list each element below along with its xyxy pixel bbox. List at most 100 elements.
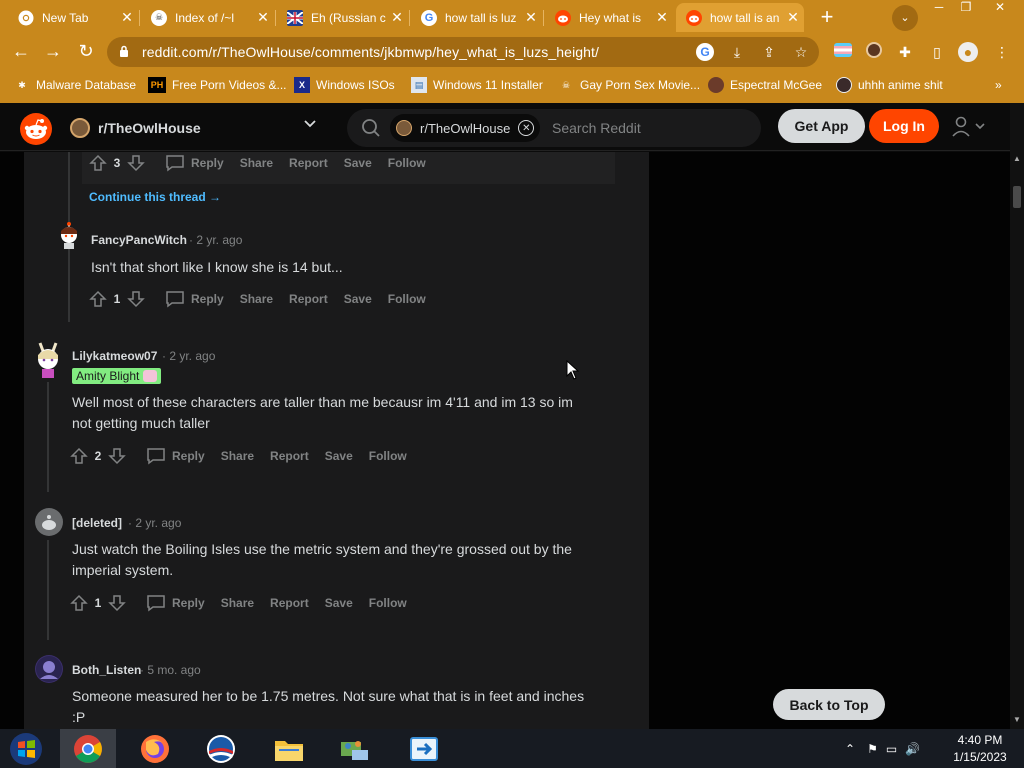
comment-age[interactable]: · 2 yr. ago bbox=[128, 516, 181, 530]
bookmark-malware-database[interactable]: ✱ Malware Database bbox=[14, 76, 136, 94]
scroll-down-arrow-icon[interactable]: ▼ bbox=[1010, 713, 1024, 727]
reply-button[interactable]: Reply bbox=[146, 447, 205, 465]
upvote-icon[interactable] bbox=[68, 592, 90, 614]
scrollbar-thumb[interactable] bbox=[1013, 186, 1021, 208]
bookmark-movies[interactable]: ☠ Gay Porn Sex Movie... bbox=[558, 76, 700, 94]
save-button[interactable]: Save bbox=[325, 596, 353, 610]
side-panel-icon[interactable]: ▯ bbox=[927, 42, 947, 62]
kebab-menu-icon[interactable]: ⋮ bbox=[992, 42, 1012, 62]
puzzle-piece-icon[interactable]: ✚ bbox=[895, 42, 915, 62]
community-switcher[interactable]: r/TheOwlHouse bbox=[70, 115, 201, 141]
comment-author[interactable]: Lilykatmeow07 bbox=[72, 349, 157, 363]
scroll-up-arrow-icon[interactable]: ▲ bbox=[1010, 152, 1024, 166]
continue-thread-link[interactable]: Continue this thread → bbox=[89, 190, 221, 204]
taskbar-remote-app[interactable] bbox=[396, 729, 452, 768]
downvote-icon[interactable] bbox=[125, 288, 147, 310]
downvote-icon[interactable] bbox=[106, 592, 128, 614]
close-tab-icon[interactable]: ✕ bbox=[116, 9, 138, 26]
taskbar-network-app[interactable] bbox=[326, 729, 382, 768]
save-button[interactable]: Save bbox=[344, 156, 372, 170]
user-menu-button[interactable] bbox=[951, 115, 991, 139]
minimize-button[interactable]: ─ bbox=[928, 0, 950, 18]
restore-button[interactable]: ❐ bbox=[955, 0, 977, 18]
close-tab-icon[interactable]: ✕ bbox=[386, 9, 408, 26]
user-avatar[interactable] bbox=[34, 341, 62, 379]
reddit-logo[interactable] bbox=[20, 113, 52, 145]
reply-button[interactable]: Reply bbox=[165, 154, 224, 172]
action-center-flag-icon[interactable]: ⚑ bbox=[867, 742, 878, 756]
taskbar-file-explorer[interactable] bbox=[261, 729, 317, 768]
user-avatar[interactable] bbox=[56, 220, 82, 250]
bookmark-anime[interactable]: uhhh anime shit bbox=[836, 76, 943, 94]
trans-flag-extension-icon[interactable] bbox=[833, 42, 853, 62]
back-to-top-button[interactable]: Back to Top bbox=[773, 689, 885, 720]
show-hidden-icons-icon[interactable]: ⌃ bbox=[845, 742, 855, 756]
search-input[interactable] bbox=[552, 117, 752, 139]
bookmark-espectral-mcgee[interactable]: Espectral McGee bbox=[708, 76, 822, 94]
downvote-icon[interactable] bbox=[125, 152, 147, 174]
volume-icon[interactable]: 🔊 bbox=[905, 742, 920, 756]
comment-age[interactable]: · 2 yr. ago bbox=[189, 233, 242, 247]
tab-search-button[interactable]: ⌄ bbox=[892, 5, 918, 31]
taskbar-firefox[interactable] bbox=[127, 729, 183, 768]
tab-active-how-tall[interactable]: how tall is an ✕ bbox=[676, 3, 804, 32]
bookmark-windows-isos[interactable]: X Windows ISOs bbox=[294, 76, 395, 94]
taskbar-chrome[interactable] bbox=[60, 729, 116, 768]
comment-age[interactable]: · 2 yr. ago bbox=[162, 349, 215, 363]
reload-button[interactable]: ↻ bbox=[73, 38, 99, 64]
report-button[interactable]: Report bbox=[270, 449, 309, 463]
install-app-icon[interactable]: ⤓ bbox=[728, 43, 746, 61]
google-lens-icon[interactable]: G bbox=[696, 43, 714, 61]
tab-new-tab[interactable]: New Tab ✕ bbox=[8, 3, 138, 32]
close-tab-icon[interactable]: ✕ bbox=[651, 9, 673, 26]
bookmark-free-videos[interactable]: PH Free Porn Videos &... bbox=[148, 76, 287, 94]
share-button[interactable]: Share bbox=[240, 292, 273, 306]
log-in-button[interactable]: Log In bbox=[869, 109, 939, 143]
user-avatar[interactable] bbox=[35, 655, 63, 683]
share-button[interactable]: Share bbox=[221, 596, 254, 610]
share-button[interactable]: Share bbox=[240, 156, 273, 170]
profile-avatar-icon[interactable]: ● bbox=[958, 42, 978, 62]
taskbar-obama-app[interactable] bbox=[193, 729, 249, 768]
upvote-icon[interactable] bbox=[68, 445, 90, 467]
upvote-icon[interactable] bbox=[87, 152, 109, 174]
back-button[interactable]: ← bbox=[8, 38, 34, 64]
comment-author[interactable]: FancyPancWitch bbox=[91, 233, 187, 247]
bookmark-star-icon[interactable]: ☆ bbox=[792, 43, 810, 61]
upvote-icon[interactable] bbox=[87, 288, 109, 310]
downvote-icon[interactable] bbox=[106, 445, 128, 467]
follow-button[interactable]: Follow bbox=[369, 449, 407, 463]
bookmark-windows-11-installer[interactable]: ▤ Windows 11 Installer bbox=[411, 76, 543, 94]
network-icon[interactable]: ▭ bbox=[886, 742, 897, 756]
tab-hey-what-is[interactable]: Hey what is ✕ bbox=[545, 3, 673, 32]
report-button[interactable]: Report bbox=[289, 292, 328, 306]
clear-scope-icon[interactable]: ✕ bbox=[518, 120, 535, 136]
tab-google-search[interactable]: G how tall is luz ✕ bbox=[411, 3, 542, 32]
system-clock[interactable]: 4:40 PM 1/15/2023 bbox=[940, 732, 1020, 766]
search-bar[interactable]: r/TheOwlHouse ✕ bbox=[347, 109, 761, 147]
chevron-down-icon[interactable] bbox=[303, 117, 317, 132]
close-tab-icon[interactable]: ✕ bbox=[520, 9, 542, 26]
address-bar[interactable]: reddit.com/r/TheOwlHouse/comments/jkbmwp… bbox=[107, 37, 819, 67]
profile-extension-icon[interactable] bbox=[864, 42, 884, 62]
close-tab-icon[interactable]: ✕ bbox=[782, 9, 804, 26]
tab-eh-russian[interactable]: Eh (Russian c ✕ bbox=[277, 3, 408, 32]
follow-button[interactable]: Follow bbox=[388, 156, 426, 170]
share-button[interactable]: Share bbox=[221, 449, 254, 463]
save-button[interactable]: Save bbox=[325, 449, 353, 463]
close-tab-icon[interactable]: ✕ bbox=[252, 9, 274, 26]
get-app-button[interactable]: Get App bbox=[778, 109, 865, 143]
comment-author[interactable]: Both_Listen bbox=[72, 663, 141, 677]
share-icon[interactable]: ⇪ bbox=[760, 43, 778, 61]
tab-index[interactable]: ☠ Index of /~l ✕ bbox=[141, 3, 274, 32]
reply-button[interactable]: Reply bbox=[165, 290, 224, 308]
bookmarks-overflow-button[interactable]: » bbox=[995, 76, 1002, 94]
forward-button[interactable]: → bbox=[40, 38, 66, 64]
report-button[interactable]: Report bbox=[270, 596, 309, 610]
search-scope-chip[interactable]: r/TheOwlHouse ✕ bbox=[390, 114, 541, 142]
follow-button[interactable]: Follow bbox=[369, 596, 407, 610]
page-scrollbar[interactable]: ▲ ▼ bbox=[1010, 103, 1024, 729]
reply-button[interactable]: Reply bbox=[146, 594, 205, 612]
close-window-button[interactable]: ✕ bbox=[989, 0, 1011, 18]
new-tab-button[interactable]: + bbox=[814, 6, 840, 30]
